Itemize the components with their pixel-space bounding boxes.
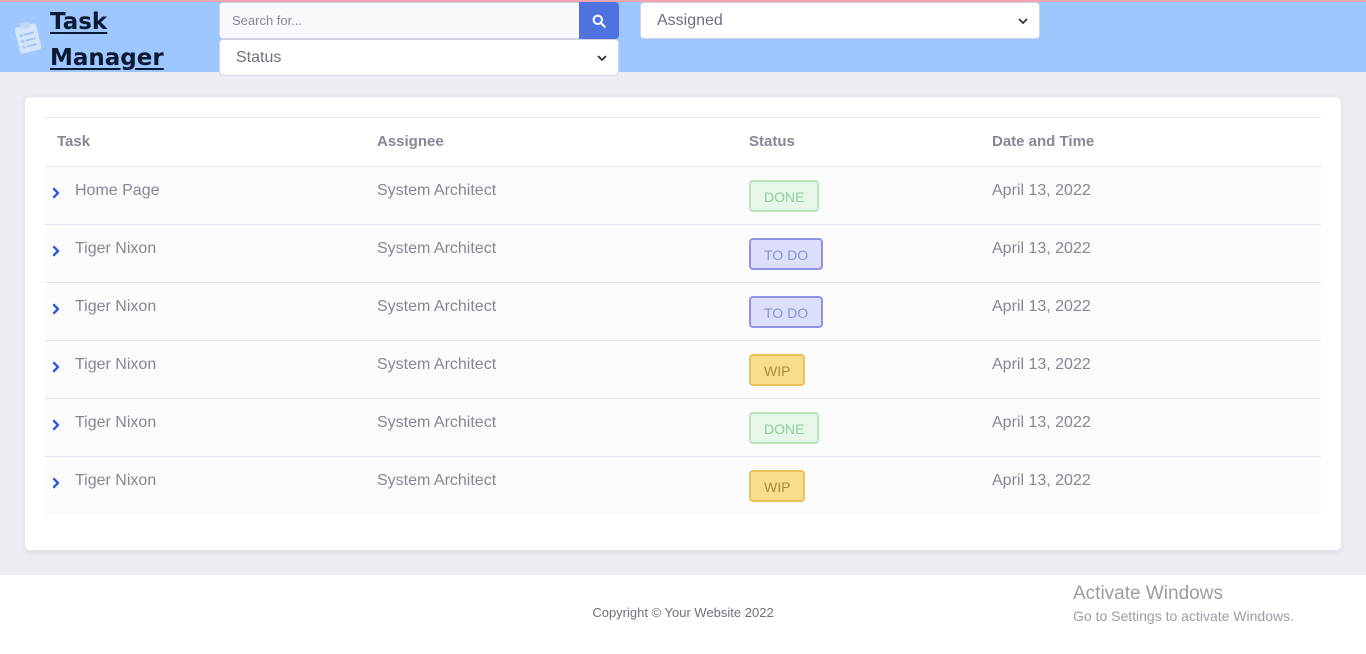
task-name: Tiger Nixon (75, 356, 157, 373)
table-row[interactable]: Tiger Nixon System Architect WIP April 1… (45, 341, 1321, 399)
chevron-right-icon[interactable] (51, 303, 61, 315)
task-date: April 13, 2022 (992, 298, 1091, 315)
status-badge: TO DO (749, 296, 824, 328)
task-date: April 13, 2022 (992, 472, 1091, 489)
chevron-right-icon[interactable] (51, 187, 61, 199)
chevron-right-icon[interactable] (51, 477, 61, 489)
task-date: April 13, 2022 (992, 240, 1091, 257)
task-name: Tiger Nixon (75, 240, 157, 257)
status-badge: WIP (749, 470, 806, 502)
assignee: System Architect (377, 472, 497, 489)
status-badge: DONE (749, 180, 820, 212)
task-date: April 13, 2022 (992, 356, 1091, 373)
topbar: Task Manager Status Assigned (0, 0, 1366, 76)
task-name: Tiger Nixon (75, 414, 157, 431)
header-status[interactable]: Status (749, 133, 795, 150)
task-name: Home Page (75, 182, 160, 199)
search-button[interactable] (579, 2, 619, 39)
header-date[interactable]: Date and Time (992, 133, 1094, 150)
clipboard-icon (14, 21, 42, 54)
table-header: Task Assignee Status Date and Time (45, 117, 1321, 167)
table-row[interactable]: Tiger Nixon System Architect DONE April … (45, 399, 1321, 457)
status-badge: TO DO (749, 238, 824, 270)
search-bar (219, 2, 619, 39)
table-body: Home Page System Architect DONE April 13… (45, 167, 1321, 515)
search-icon (592, 14, 606, 28)
header-task[interactable]: Task (57, 133, 90, 150)
chevron-right-icon[interactable] (51, 245, 61, 257)
task-name: Tiger Nixon (75, 472, 157, 489)
assigned-filter-value: Assigned (657, 11, 723, 29)
tasks-card: Task Assignee Status Date and Time Home … (24, 96, 1342, 551)
search-input[interactable] (219, 2, 579, 39)
task-name: Tiger Nixon (75, 298, 157, 315)
status-badge: WIP (749, 354, 806, 386)
assignee: System Architect (377, 298, 497, 315)
assignee: System Architect (377, 240, 497, 257)
chevron-right-icon[interactable] (51, 361, 61, 373)
brand-title-line2: Manager (50, 45, 164, 71)
task-date: April 13, 2022 (992, 414, 1091, 431)
header-assignee[interactable]: Assignee (377, 133, 444, 150)
assignee: System Architect (377, 356, 497, 373)
status-filter-select[interactable]: Status (219, 39, 619, 76)
status-filter-value: Status (236, 48, 282, 66)
assigned-filter-select[interactable]: Assigned (640, 2, 1040, 39)
assignee: System Architect (377, 414, 497, 431)
chevron-right-icon[interactable] (51, 419, 61, 431)
brand-title-link[interactable]: Task Manager (50, 4, 164, 76)
watermark-title: Activate Windows (1073, 583, 1223, 604)
assignee: System Architect (377, 182, 497, 199)
chevron-down-icon (1018, 17, 1028, 24)
tasks-table: Task Assignee Status Date and Time Home … (45, 117, 1321, 515)
windows-activation-watermark: Activate Windows Go to Settings to activ… (1073, 582, 1294, 626)
table-row[interactable]: Home Page System Architect DONE April 13… (45, 167, 1321, 225)
task-date: April 13, 2022 (992, 182, 1091, 199)
table-row[interactable]: Tiger Nixon System Architect WIP April 1… (45, 457, 1321, 515)
table-row[interactable]: Tiger Nixon System Architect TO DO April… (45, 225, 1321, 283)
watermark-subtitle: Go to Settings to activate Windows. (1073, 608, 1294, 624)
chevron-down-icon (597, 54, 607, 61)
status-badge: DONE (749, 412, 820, 444)
brand-title-line1: Task (50, 9, 108, 35)
table-row[interactable]: Tiger Nixon System Architect TO DO April… (45, 283, 1321, 341)
